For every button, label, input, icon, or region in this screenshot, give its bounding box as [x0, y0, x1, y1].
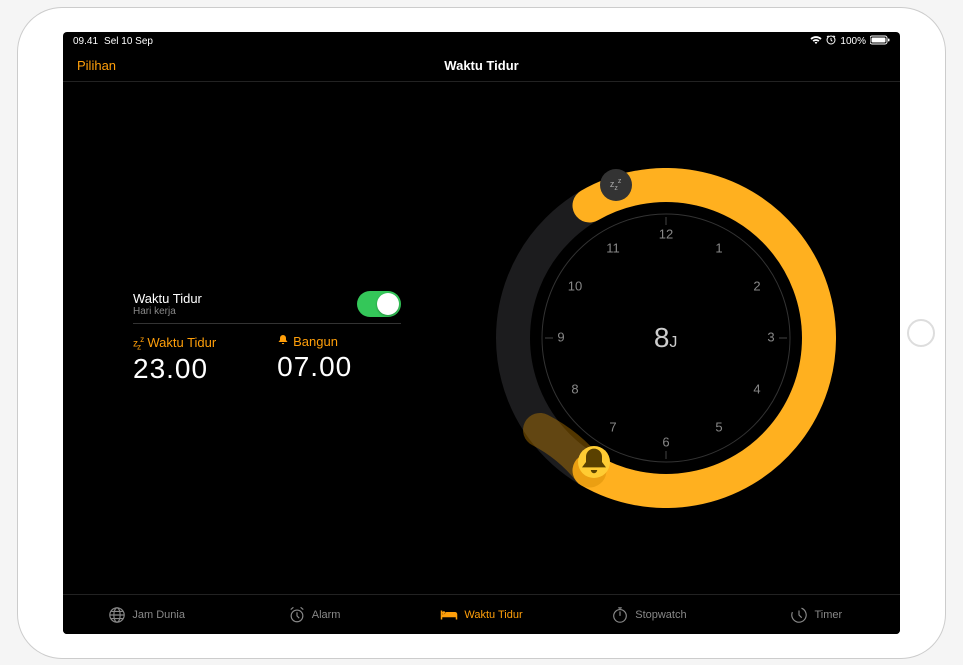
schedule-toggle[interactable]	[357, 291, 401, 317]
status-bar: 09.41 Sel 10 Sep 100%	[63, 32, 900, 50]
screen: 09.41 Sel 10 Sep 100% Pilihan Waktu Tidu…	[63, 32, 900, 634]
dial-hour-6: 6	[662, 434, 669, 449]
tab-bedtime[interactable]: Waktu Tidur	[398, 595, 565, 634]
dial-hour-8: 8	[571, 381, 578, 396]
schedule-toggle-row: Waktu Tidur Hari kerja	[133, 291, 401, 324]
wake-time-block[interactable]: Bangun 07.00	[277, 334, 401, 385]
dial-hour-10: 10	[567, 278, 581, 293]
device-frame: 09.41 Sel 10 Sep 100% Pilihan Waktu Tidu…	[18, 8, 945, 658]
schedule-subtitle: Hari kerja	[133, 306, 202, 317]
status-date: Sel 10 Sep	[104, 36, 153, 47]
dial-hour-12: 12	[658, 226, 672, 241]
sleep-duration: 8J	[654, 322, 678, 354]
options-button[interactable]: Pilihan	[77, 58, 116, 73]
dial-hour-2: 2	[753, 278, 760, 293]
wake-handle-icon	[578, 446, 610, 478]
dial-hour-3: 3	[767, 329, 774, 344]
nav-bar: Pilihan Waktu Tidur	[63, 50, 900, 82]
globe-icon	[108, 606, 126, 624]
status-time: 09.41	[73, 36, 98, 47]
sleep-label: Waktu Tidur	[147, 335, 216, 350]
alarm-icon	[288, 606, 306, 624]
wifi-icon	[810, 35, 822, 48]
dial-hour-9: 9	[557, 329, 564, 344]
sleep-time: 23.00	[133, 353, 257, 385]
wake-handle[interactable]	[578, 446, 610, 478]
dial-hour-1: 1	[715, 240, 722, 255]
battery-percent: 100%	[840, 36, 866, 47]
page-title: Waktu Tidur	[444, 58, 518, 73]
tab-alarm[interactable]: Alarm	[230, 595, 397, 634]
stopwatch-icon	[611, 606, 629, 624]
sleep-time-block[interactable]: zzz Waktu Tidur 23.00	[133, 334, 257, 385]
schedule-panel: Waktu Tidur Hari kerja zzz Waktu Tidur 2…	[63, 82, 431, 594]
bell-icon	[277, 334, 289, 349]
wake-label: Bangun	[293, 334, 338, 349]
bed-icon	[440, 606, 458, 624]
tab-world-clock[interactable]: Jam Dunia	[63, 595, 230, 634]
home-button[interactable]	[907, 319, 935, 347]
dial-hour-7: 7	[609, 419, 616, 434]
dial-hour-5: 5	[715, 419, 722, 434]
sleep-handle[interactable]: zzz	[600, 169, 632, 201]
tab-stopwatch[interactable]: Stopwatch	[565, 595, 732, 634]
sleep-dial[interactable]: 12 1 2 3 4 5 6 7 8 9 10 11	[496, 168, 836, 508]
battery-icon	[870, 35, 890, 48]
timer-icon	[790, 606, 808, 624]
schedule-title: Waktu Tidur	[133, 291, 202, 306]
main-content: Waktu Tidur Hari kerja zzz Waktu Tidur 2…	[63, 82, 900, 594]
tab-timer[interactable]: Timer	[733, 595, 900, 634]
tab-bar: Jam Dunia Alarm Waktu Tidur Stopwatch Ti…	[63, 594, 900, 634]
wake-time: 07.00	[277, 351, 401, 383]
dial-hour-4: 4	[753, 381, 760, 396]
sleep-icon: zzz	[133, 334, 143, 351]
alarm-status-icon	[826, 35, 836, 48]
sleep-handle-icon: zzz	[610, 178, 622, 192]
dial-hour-11: 11	[606, 240, 620, 255]
